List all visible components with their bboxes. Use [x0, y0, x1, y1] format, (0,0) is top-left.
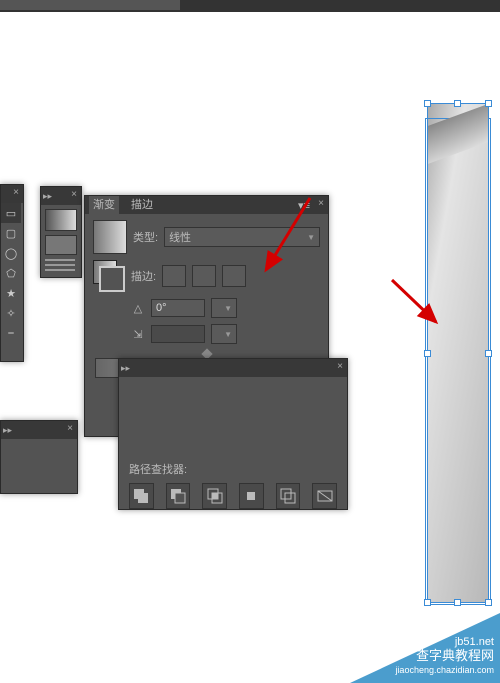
watermark-line3: jiaocheng.chazidian.com: [395, 663, 494, 677]
stroke-label: 描边:: [131, 268, 156, 284]
tab-stroke[interactable]: 描边: [127, 196, 157, 214]
angle-input[interactable]: 0°: [151, 299, 205, 317]
stroke-align-inside[interactable]: [162, 265, 186, 287]
ellipse-icon: ◯: [5, 247, 17, 260]
pathfinder-label: 路径查找器:: [129, 461, 337, 477]
type-value: 线性: [169, 229, 191, 245]
tools-panel: × ▭ ▢ ◯ ⬠ ★ ✧ ⎯: [0, 184, 24, 362]
collapse-icon[interactable]: ▸▸: [43, 191, 52, 202]
tool-star[interactable]: ★: [1, 283, 21, 303]
collapse-icon[interactable]: ▸▸: [3, 425, 12, 436]
solid-swatch[interactable]: [45, 235, 77, 255]
app-top-bar: [0, 0, 500, 12]
pathfinder-panel: ▸▸ × 路径查找器:: [118, 358, 348, 510]
panel-title-bar[interactable]: 渐变 描边 ▾≡ ×: [85, 196, 328, 214]
panel-title-bar[interactable]: ×: [1, 185, 23, 203]
chevron-down-icon: ▼: [224, 330, 232, 339]
panel-title-bar[interactable]: ▸▸ ×: [1, 421, 77, 439]
gradient-swatch[interactable]: [45, 209, 77, 231]
stroke-align-outside[interactable]: [222, 265, 246, 287]
star-icon: ★: [6, 287, 16, 300]
gradient-preview[interactable]: [93, 220, 127, 254]
fill-stroke-swap[interactable]: [93, 260, 125, 292]
aspect-ratio-stepper[interactable]: ▼: [211, 324, 237, 344]
line-icon: ⎯: [8, 327, 14, 340]
watermark-line2: 查字典教程网: [395, 649, 494, 663]
close-icon[interactable]: ×: [65, 424, 75, 434]
tool-line[interactable]: ⎯: [1, 323, 21, 343]
watermark: jb51.net 查字典教程网 jiaocheng.chazidian.com: [350, 613, 500, 683]
rounded-rect-icon: ▢: [6, 227, 16, 240]
angle-value: 0°: [156, 302, 167, 314]
stroke-align-center[interactable]: [192, 265, 216, 287]
polygon-icon: ⬠: [6, 267, 16, 280]
document-tab[interactable]: [0, 0, 180, 10]
close-icon[interactable]: ×: [316, 199, 326, 209]
pf-exclude[interactable]: [239, 483, 264, 509]
panel-title-bar[interactable]: ▸▸ ×: [41, 187, 81, 205]
pf-minus-front[interactable]: [166, 483, 191, 509]
collapse-icon[interactable]: ▸▸: [121, 363, 130, 374]
tool-ellipse[interactable]: ◯: [1, 243, 21, 263]
panel-options-icon[interactable]: ▾≡: [298, 199, 310, 212]
tool-polygon[interactable]: ⬠: [1, 263, 21, 283]
panel-title-bar[interactable]: ▸▸ ×: [119, 359, 347, 377]
chevron-down-icon: ▼: [224, 304, 232, 313]
angle-icon: △: [131, 302, 145, 315]
pf-unite[interactable]: [129, 483, 154, 509]
aspect-ratio-input[interactable]: [151, 325, 205, 343]
type-label: 类型:: [133, 229, 158, 245]
close-icon[interactable]: ×: [335, 362, 345, 372]
watermark-line1: jb51.net: [395, 635, 494, 649]
angle-stepper[interactable]: ▼: [211, 298, 237, 318]
tool-rect[interactable]: ▭: [1, 203, 21, 223]
tool-rounded-rect[interactable]: ▢: [1, 223, 21, 243]
close-icon[interactable]: ×: [11, 188, 21, 198]
flare-icon: ✧: [6, 307, 15, 320]
pf-intersect[interactable]: [202, 483, 227, 509]
empty-panel: ▸▸ ×: [0, 420, 78, 494]
gradient-preview-panel: ▸▸ ×: [40, 186, 82, 278]
tab-gradient[interactable]: 渐变: [89, 196, 119, 214]
lines-swatch[interactable]: [45, 259, 75, 273]
pf-trim[interactable]: [312, 483, 337, 509]
rect-icon: ▭: [6, 207, 16, 220]
close-icon[interactable]: ×: [69, 190, 79, 200]
selected-shape[interactable]: [428, 104, 488, 602]
type-select[interactable]: 线性 ▼: [164, 227, 320, 247]
aspect-ratio-icon: ⇲: [131, 328, 145, 341]
tool-flare[interactable]: ✧: [1, 303, 21, 323]
chevron-down-icon: ▼: [307, 233, 315, 242]
pf-divide[interactable]: [276, 483, 301, 509]
